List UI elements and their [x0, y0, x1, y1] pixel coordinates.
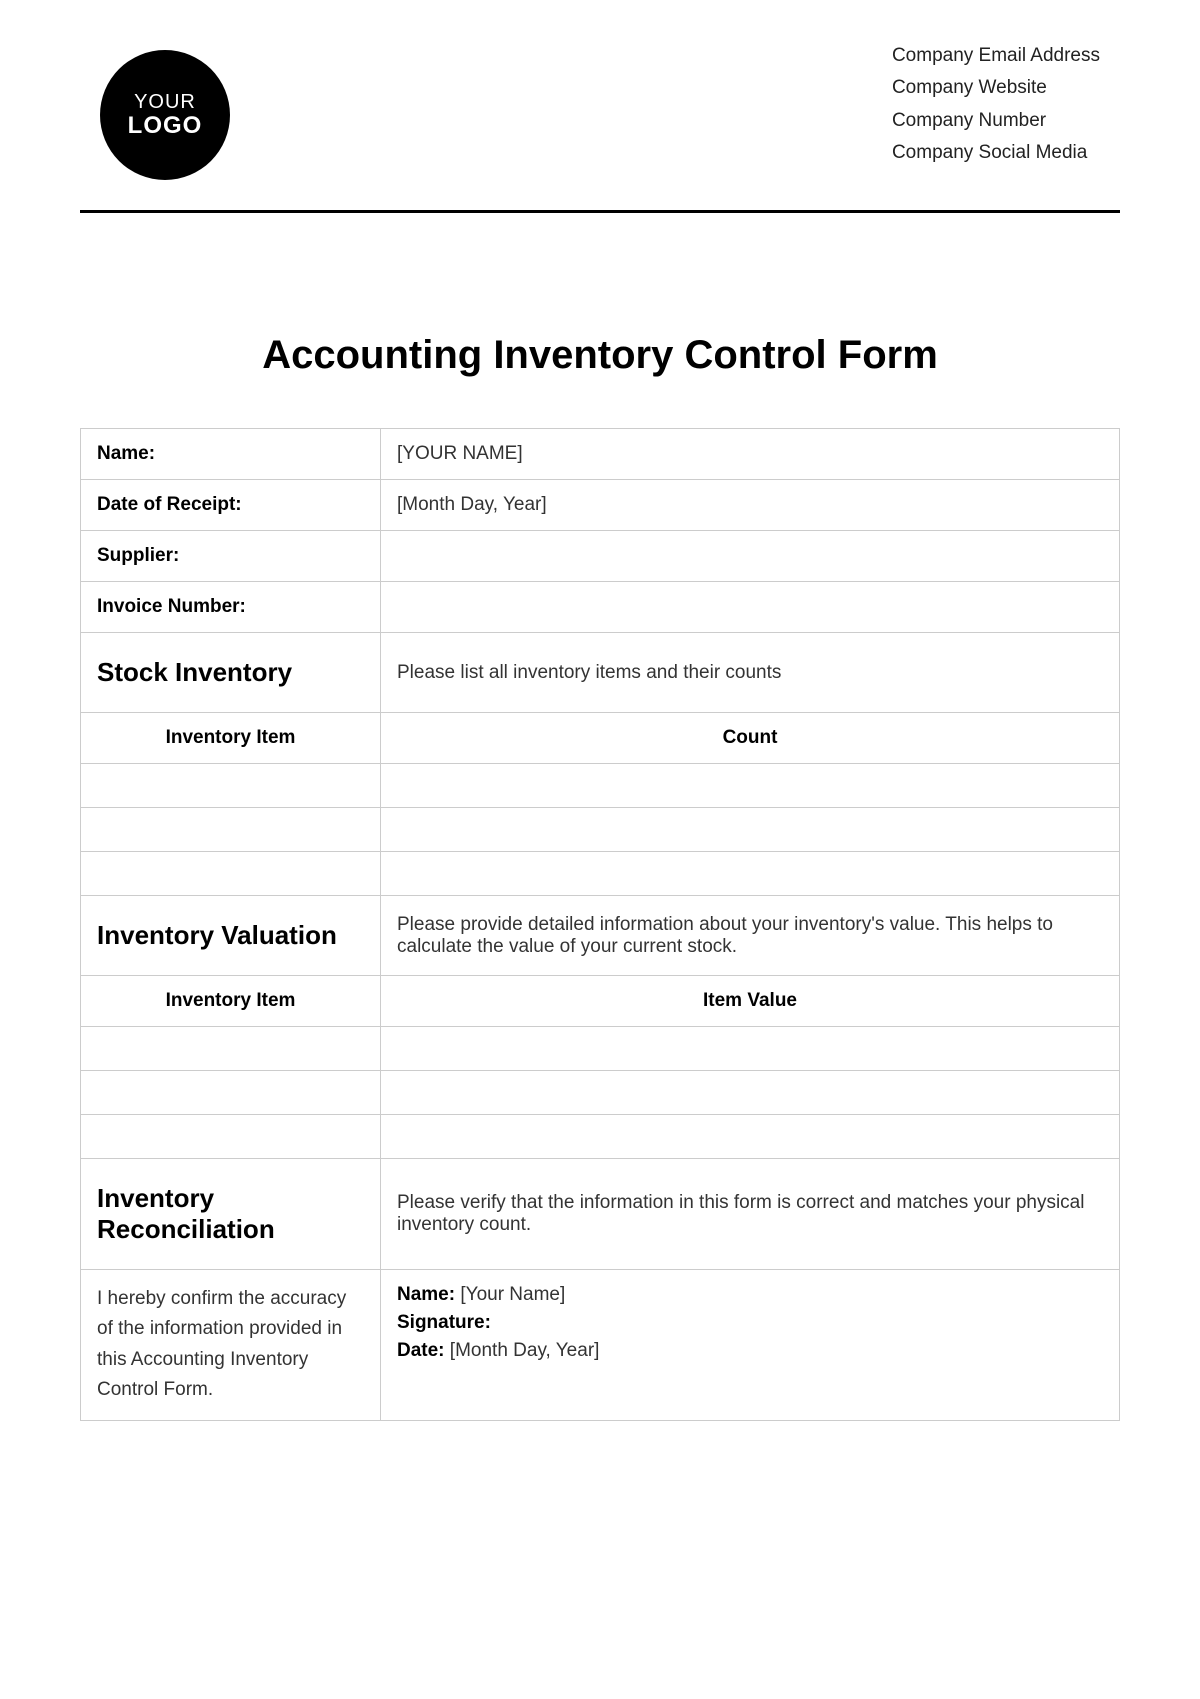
row-stock-cols: Inventory Item Count: [81, 713, 1120, 764]
sig-date: Date: [Month Day, Year]: [397, 1340, 1103, 1362]
company-social: Company Social Media: [892, 137, 1100, 169]
stock-count-3[interactable]: [381, 852, 1120, 896]
company-email: Company Email Address: [892, 40, 1100, 72]
stock-count-2[interactable]: [381, 808, 1120, 852]
valuation-item-1[interactable]: [81, 1027, 381, 1071]
row-valuation-cols: Inventory Item Item Value: [81, 976, 1120, 1027]
sig-signature: Signature:: [397, 1312, 1103, 1334]
company-number: Company Number: [892, 105, 1100, 137]
valuation-item-2[interactable]: [81, 1071, 381, 1115]
stock-col-count: Count: [381, 713, 1120, 764]
supplier-label: Supplier:: [81, 531, 381, 582]
row-name: Name: [YOUR NAME]: [81, 429, 1120, 480]
date-value[interactable]: [Month Day, Year]: [381, 480, 1120, 531]
stock-row-2: [81, 808, 1120, 852]
valuation-row-1: [81, 1027, 1120, 1071]
valuation-heading: Inventory Valuation: [81, 896, 381, 976]
stock-row-3: [81, 852, 1120, 896]
stock-item-3[interactable]: [81, 852, 381, 896]
valuation-row-3: [81, 1115, 1120, 1159]
company-info: Company Email Address Company Website Co…: [892, 40, 1100, 169]
valuation-value-1[interactable]: [381, 1027, 1120, 1071]
form-table: Name: [YOUR NAME] Date of Receipt: [Mont…: [80, 428, 1120, 1421]
stock-instruction: Please list all inventory items and thei…: [381, 633, 1120, 713]
valuation-item-3[interactable]: [81, 1115, 381, 1159]
logo-placeholder: YOUR LOGO: [100, 50, 230, 180]
stock-count-1[interactable]: [381, 764, 1120, 808]
name-value[interactable]: [YOUR NAME]: [381, 429, 1120, 480]
name-label: Name:: [81, 429, 381, 480]
invoice-value[interactable]: [381, 582, 1120, 633]
row-reconciliation-heading: Inventory Reconciliation Please verify t…: [81, 1159, 1120, 1270]
supplier-value[interactable]: [381, 531, 1120, 582]
stock-col-item: Inventory Item: [81, 713, 381, 764]
valuation-row-2: [81, 1071, 1120, 1115]
form-title: Accounting Inventory Control Form: [80, 333, 1120, 378]
reconciliation-heading: Inventory Reconciliation: [81, 1159, 381, 1270]
row-date: Date of Receipt: [Month Day, Year]: [81, 480, 1120, 531]
stock-row-1: [81, 764, 1120, 808]
logo-text-top: YOUR: [134, 91, 196, 113]
row-valuation-heading: Inventory Valuation Please provide detai…: [81, 896, 1120, 976]
company-website: Company Website: [892, 72, 1100, 104]
valuation-value-2[interactable]: [381, 1071, 1120, 1115]
row-supplier: Supplier:: [81, 531, 1120, 582]
valuation-value-3[interactable]: [381, 1115, 1120, 1159]
row-invoice: Invoice Number:: [81, 582, 1120, 633]
valuation-col-item: Inventory Item: [81, 976, 381, 1027]
row-reconciliation-body: I hereby confirm the accuracy of the inf…: [81, 1270, 1120, 1421]
reconciliation-confirm: I hereby confirm the accuracy of the inf…: [81, 1270, 381, 1421]
stock-item-2[interactable]: [81, 808, 381, 852]
valuation-instruction: Please provide detailed information abou…: [381, 896, 1120, 976]
reconciliation-signature-block: Name: [Your Name] Signature: Date: [Mont…: [381, 1270, 1120, 1421]
valuation-col-value: Item Value: [381, 976, 1120, 1027]
stock-item-1[interactable]: [81, 764, 381, 808]
stock-heading: Stock Inventory: [81, 633, 381, 713]
logo-text-bottom: LOGO: [128, 113, 203, 139]
reconciliation-instruction: Please verify that the information in th…: [381, 1159, 1120, 1270]
sig-name: Name: [Your Name]: [397, 1284, 1103, 1306]
document-header: YOUR LOGO Company Email Address Company …: [80, 40, 1120, 213]
row-stock-heading: Stock Inventory Please list all inventor…: [81, 633, 1120, 713]
invoice-label: Invoice Number:: [81, 582, 381, 633]
date-label: Date of Receipt:: [81, 480, 381, 531]
